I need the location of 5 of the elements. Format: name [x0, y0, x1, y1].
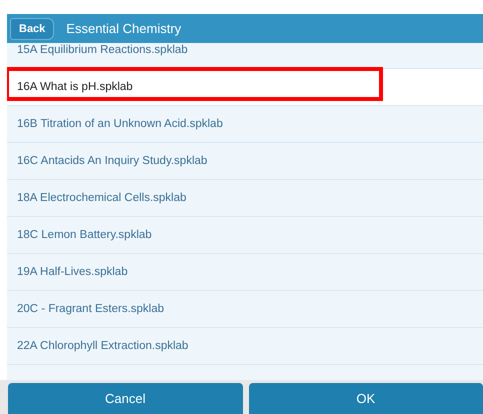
file-item[interactable]: 16A What is pH.spklab — [7, 69, 483, 106]
cancel-button[interactable]: Cancel — [8, 383, 242, 414]
ok-button[interactable]: OK — [248, 383, 483, 414]
back-button[interactable]: Back — [10, 18, 54, 40]
screen-title: Essential Chemistry — [66, 21, 182, 36]
